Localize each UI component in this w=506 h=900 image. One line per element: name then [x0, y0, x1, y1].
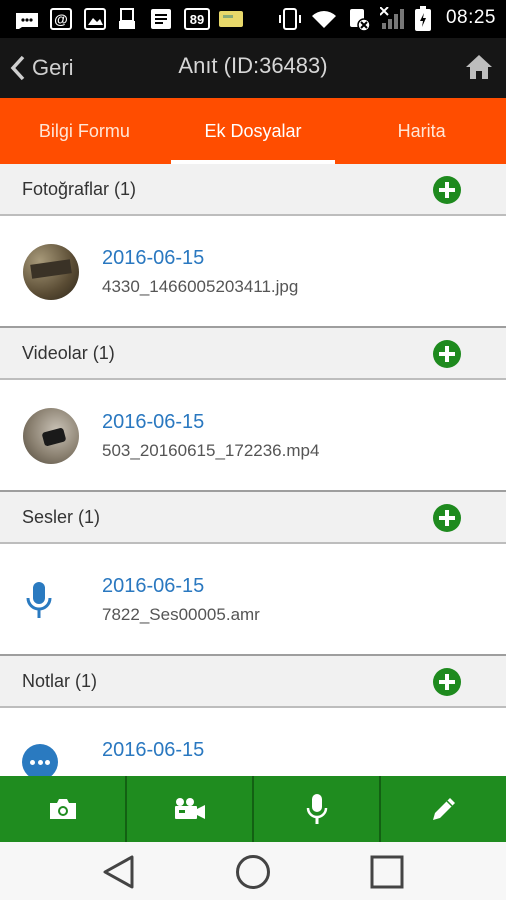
tab-bar: Bilgi Formu Ek Dosyalar Harita [0, 98, 506, 164]
video-camera-icon [174, 798, 205, 819]
sim-card-icon [218, 7, 244, 31]
section-header-notes: Notlar (1) [0, 656, 506, 708]
nav-home-button[interactable] [235, 854, 271, 890]
tab-bilgi-formu[interactable]: Bilgi Formu [0, 98, 169, 164]
item-filename: 4330_1466005203411.jpg [102, 277, 299, 296]
recents-square-icon [370, 855, 404, 889]
attachments-list[interactable]: Fotoğraflar (1) 2016-06-15 4330_14660052… [0, 164, 506, 776]
add-photo-button[interactable] [433, 176, 461, 204]
section-header-photos: Fotoğraflar (1) [0, 164, 506, 216]
add-audio-button[interactable] [433, 504, 461, 532]
page-title: Anıt (ID:36483) [178, 53, 328, 78]
item-date: 2016-06-15 [102, 411, 205, 433]
add-note-button[interactable] [433, 668, 461, 696]
email-icon: @ [50, 7, 72, 31]
wifi-icon [310, 7, 338, 31]
navigation-bar [0, 842, 506, 900]
take-photo-button[interactable] [0, 776, 127, 842]
document-icon [150, 7, 172, 31]
microphone-icon [306, 794, 327, 824]
camera-icon [49, 799, 76, 819]
notification-count-icon: 89 [184, 7, 210, 31]
item-date: 2016-06-15 [102, 247, 205, 269]
write-note-button[interactable] [381, 776, 506, 842]
no-sim-icon [346, 7, 370, 31]
home-icon [466, 55, 492, 79]
nav-recents-button[interactable] [369, 854, 405, 890]
record-audio-button[interactable] [254, 776, 381, 842]
list-item[interactable]: 2016-06-15 7822_Ses00005.amr [0, 544, 506, 656]
item-filename: 503_20160615_172236.mp4 [102, 441, 320, 460]
list-item[interactable]: 2016-06-15 503_20160615_172236.mp4 [0, 380, 506, 492]
nav-back-button[interactable] [101, 854, 137, 890]
usb-icon [116, 7, 138, 31]
section-title: Videolar (1) [22, 343, 115, 363]
section-title: Notlar (1) [22, 671, 98, 691]
note-icon [22, 744, 58, 776]
section-title: Fotoğraflar (1) [22, 179, 137, 199]
vibrate-icon [278, 7, 302, 31]
action-bar [0, 776, 506, 842]
section-header-audio: Sesler (1) [0, 492, 506, 544]
record-video-button[interactable] [127, 776, 254, 842]
home-circle-icon [236, 855, 270, 889]
message-icon [14, 7, 40, 31]
tab-ek-dosyalar[interactable]: Ek Dosyalar [169, 98, 338, 164]
list-item[interactable]: 2016-06-15 [0, 708, 506, 776]
video-thumbnail [23, 408, 79, 464]
back-triangle-icon [103, 855, 134, 889]
list-item[interactable]: 2016-06-15 4330_1466005203411.jpg [0, 216, 506, 328]
signal-icon [380, 7, 408, 31]
item-date: 2016-06-15 [102, 575, 205, 597]
section-title: Sesler (1) [22, 507, 101, 527]
status-bar: @ 89 08:25 [0, 0, 506, 38]
item-date: 2016-06-15 [102, 739, 205, 761]
tab-harita[interactable]: Harita [337, 98, 506, 164]
add-video-button[interactable] [433, 340, 461, 368]
microphone-icon [23, 572, 55, 628]
battery-icon [414, 6, 432, 31]
title-bar: Geri Anıt (ID:36483) [0, 38, 506, 98]
item-filename: 7822_Ses00005.amr [102, 605, 260, 624]
home-button[interactable] [464, 52, 494, 82]
pencil-icon [432, 798, 455, 820]
clock: 08:25 [445, 7, 496, 28]
image-icon [84, 7, 106, 31]
section-header-videos: Videolar (1) [0, 328, 506, 380]
photo-thumbnail [23, 244, 79, 300]
